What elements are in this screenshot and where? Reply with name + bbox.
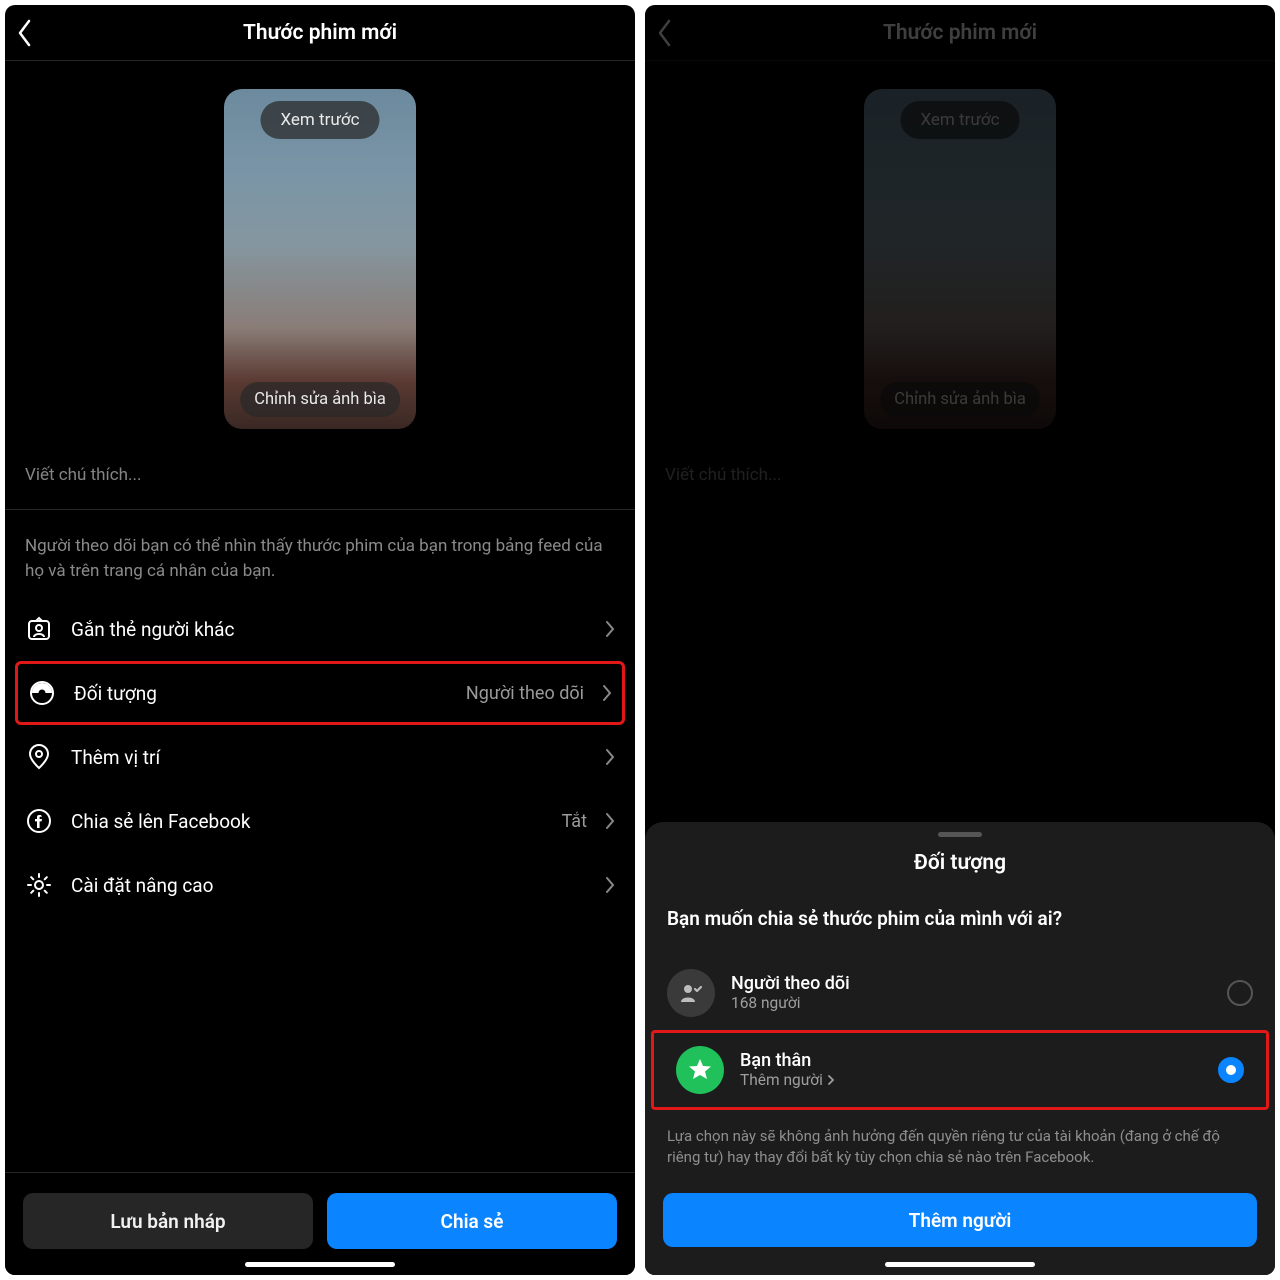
caption-input[interactable]: Viết chú thích... bbox=[5, 447, 635, 510]
location-icon bbox=[25, 744, 53, 770]
back-icon[interactable] bbox=[17, 19, 33, 47]
row-label: Đối tượng bbox=[74, 682, 448, 705]
phone-left: Thước phim mới Xem trước Chỉnh sửa ảnh b… bbox=[5, 5, 635, 1275]
chevron-right-icon bbox=[605, 620, 615, 638]
chevron-right-icon bbox=[605, 812, 615, 830]
chevron-right-icon bbox=[605, 748, 615, 766]
audience-sheet: Đối tượng Bạn muốn chia sẻ thước phim củ… bbox=[645, 822, 1275, 1276]
option-sub: 168 người bbox=[731, 994, 1211, 1012]
header: Thước phim mới bbox=[5, 5, 635, 61]
option-title: Bạn thân bbox=[740, 1050, 1202, 1071]
sheet-note: Lựa chọn này sẽ không ảnh hưởng đến quyề… bbox=[645, 1116, 1275, 1194]
row-label: Chia sẻ lên Facebook bbox=[71, 810, 544, 833]
bottom-bar: Lưu bản nháp Chia sẻ bbox=[5, 1172, 635, 1275]
tag-people-icon bbox=[25, 616, 53, 642]
edit-cover-button[interactable]: Chỉnh sửa ảnh bìa bbox=[240, 382, 400, 417]
followers-icon bbox=[667, 969, 715, 1017]
home-indicator bbox=[245, 1262, 395, 1267]
chevron-right-icon bbox=[602, 684, 612, 702]
option-sub[interactable]: Thêm người bbox=[740, 1071, 1202, 1089]
close-friends-icon bbox=[676, 1046, 724, 1094]
share-button[interactable]: Chia sẻ bbox=[327, 1193, 617, 1249]
preview-button[interactable]: Xem trước bbox=[260, 101, 379, 139]
audience-info-text: Người theo dõi bạn có thể nhìn thấy thướ… bbox=[5, 510, 635, 597]
radio-unchecked[interactable] bbox=[1227, 980, 1253, 1006]
radio-checked[interactable] bbox=[1218, 1057, 1244, 1083]
row-label: Gắn thẻ người khác bbox=[71, 618, 587, 641]
row-location[interactable]: Thêm vị trí bbox=[5, 725, 635, 789]
option-title: Người theo dõi bbox=[731, 973, 1211, 994]
row-label: Cài đặt nâng cao bbox=[71, 874, 587, 897]
row-tag-people[interactable]: Gắn thẻ người khác bbox=[5, 597, 635, 661]
audience-icon bbox=[28, 680, 56, 706]
row-label: Thêm vị trí bbox=[71, 746, 587, 769]
row-facebook[interactable]: Chia sẻ lên Facebook Tắt bbox=[5, 789, 635, 853]
page-title: Thước phim mới bbox=[243, 21, 397, 45]
add-people-button[interactable]: Thêm người bbox=[663, 1193, 1257, 1247]
home-indicator bbox=[885, 1262, 1035, 1267]
facebook-icon bbox=[25, 808, 53, 834]
save-draft-button[interactable]: Lưu bản nháp bbox=[23, 1193, 313, 1249]
chevron-right-icon bbox=[827, 1074, 835, 1086]
row-audience[interactable]: Đối tượng Người theo dõi bbox=[15, 661, 625, 725]
sheet-handle[interactable] bbox=[938, 832, 982, 837]
gear-icon bbox=[25, 872, 53, 898]
audience-option-close-friends[interactable]: Bạn thân Thêm người bbox=[654, 1033, 1266, 1107]
sheet-title: Đối tượng bbox=[645, 851, 1275, 907]
preview-area: Xem trước Chỉnh sửa ảnh bìa bbox=[5, 61, 635, 447]
phone-right: Thước phim mới Xem trước Chỉnh sửa ảnh b… bbox=[645, 5, 1275, 1275]
audience-option-followers[interactable]: Người theo dõi 168 người bbox=[645, 956, 1275, 1030]
sheet-question: Bạn muốn chia sẻ thước phim của mình với… bbox=[645, 907, 1275, 956]
row-value: Người theo dõi bbox=[466, 683, 584, 704]
row-value: Tắt bbox=[562, 811, 587, 832]
reel-preview[interactable]: Xem trước Chỉnh sửa ảnh bìa bbox=[224, 89, 416, 429]
row-advanced[interactable]: Cài đặt nâng cao bbox=[5, 853, 635, 917]
chevron-right-icon bbox=[605, 876, 615, 894]
